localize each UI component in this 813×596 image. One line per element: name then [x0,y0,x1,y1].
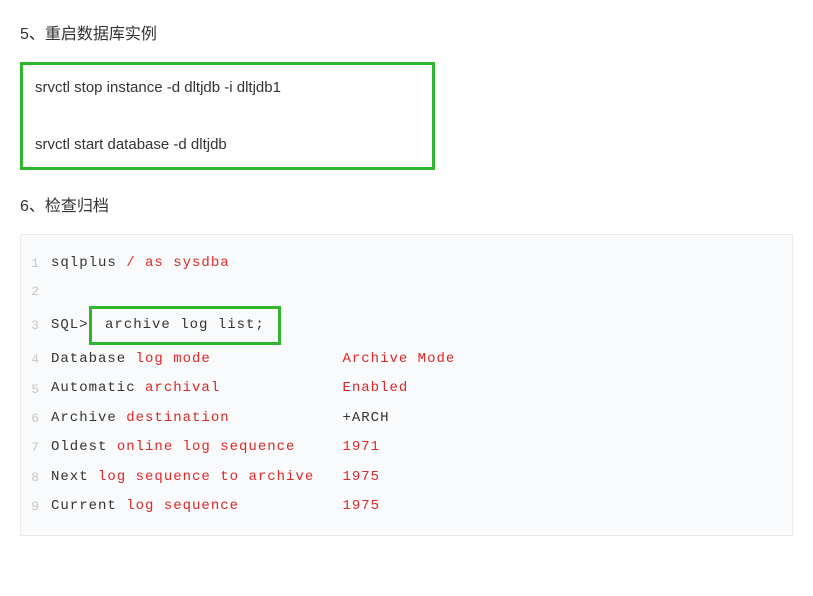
line-number: 4 [21,346,51,373]
code-line: 8Next log sequence to archive 1975 [21,463,792,492]
code-line: 4Database log mode Archive Mode [21,345,792,374]
code-line: 6Archive destination +ARCH [21,404,792,433]
line-number: 9 [21,493,51,520]
archive-log-code-block: 1sqlplus / as sysdba23SQL> archive log l… [20,234,793,536]
restart-commands-box: srvctl stop instance -d dltjdb -i dltjdb… [20,62,435,170]
line-number: 7 [21,434,51,461]
code-line: 1sqlplus / as sysdba [21,249,792,278]
code-line: 9Current log sequence 1975 [21,492,792,521]
line-content: SQL> archive log list; [51,306,792,345]
line-number: 3 [21,312,51,339]
section-6-heading: 6、检查归档 [20,192,793,216]
line-content: Automatic archival Enabled [51,374,792,403]
line-content: Next log sequence to archive 1975 [51,463,792,492]
line-number: 5 [21,376,51,403]
section-5-heading: 5、重启数据库实例 [20,20,793,44]
code-line: 5Automatic archival Enabled [21,374,792,403]
line-content: Database log mode Archive Mode [51,345,792,374]
highlighted-command: archive log list; [89,306,282,345]
line-number: 1 [21,250,51,277]
line-content: Current log sequence 1975 [51,492,792,521]
code-line: 2 [21,278,792,305]
line-number: 2 [21,278,51,305]
line-number: 6 [21,405,51,432]
line-number: 8 [21,464,51,491]
code-line: 3SQL> archive log list; [21,306,792,345]
code-line: 7Oldest online log sequence 1971 [21,433,792,462]
line-content: Archive destination +ARCH [51,404,792,433]
line-content: Oldest online log sequence 1971 [51,433,792,462]
line-content: sqlplus / as sysdba [51,249,792,278]
cmd-stop-instance: srvctl stop instance -d dltjdb -i dltjdb… [35,79,420,96]
cmd-start-database: srvctl start database -d dltjdb [35,136,420,153]
